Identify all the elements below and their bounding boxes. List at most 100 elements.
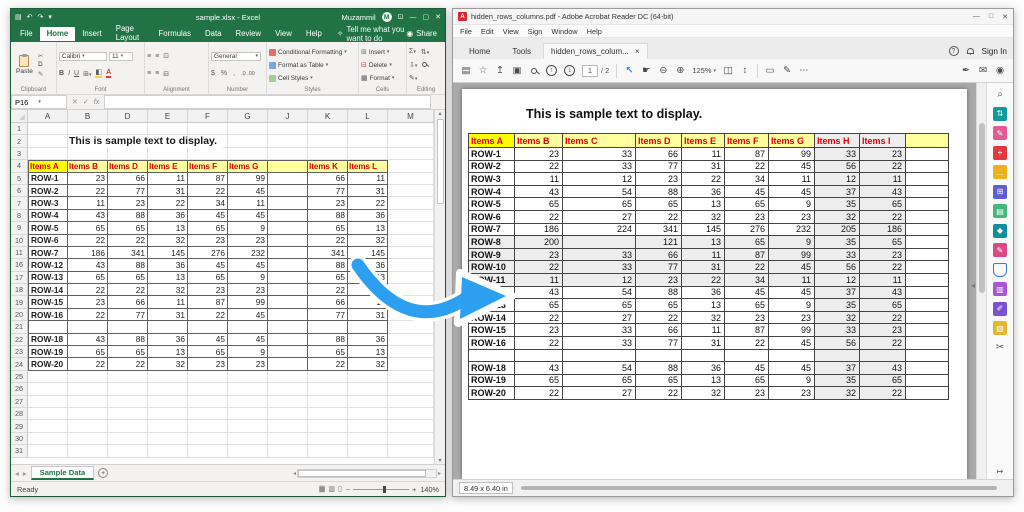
excel-cell[interactable]: 9 [228,346,268,358]
redo-icon[interactable]: ↷ [38,13,44,21]
excel-cell[interactable] [228,123,268,135]
excel-cell[interactable]: ROW-15 [28,296,68,308]
excel-cell[interactable] [108,420,148,432]
page-break-view-icon[interactable]: ▯ [338,485,342,493]
select-tool-icon[interactable]: ↖ [624,65,634,76]
excel-cell[interactable] [388,420,434,432]
maximize-button[interactable]: ▢ [423,13,430,21]
excel-cell[interactable] [388,148,434,160]
excel-cell[interactable]: 45 [228,334,268,346]
excel-cell[interactable]: 87 [188,173,228,185]
excel-cell[interactable]: 45 [228,259,268,271]
excel-cell[interactable]: 88 [108,210,148,222]
excel-cell[interactable] [388,358,434,370]
next-page-icon[interactable]: ↓ [564,65,575,76]
excel-cell[interactable]: 99 [228,173,268,185]
excel-cell[interactable] [348,371,388,383]
excel-cell[interactable] [388,371,434,383]
excel-cell[interactable] [188,383,228,395]
excel-cell[interactable]: 65 [108,346,148,358]
excel-cell[interactable] [388,445,434,457]
excel-cell[interactable] [68,445,108,457]
excel-cell[interactable] [228,433,268,445]
document-tab[interactable]: hidden_rows_colum... × [543,43,648,59]
format-as-table-button[interactable]: Format as Table▾ [269,60,356,70]
excel-cell[interactable] [108,371,148,383]
excel-header-cell[interactable]: Items B [68,160,108,172]
tell-me-box[interactable]: ✧Tell me what you want to do [337,25,406,43]
excel-cell[interactable]: ROW-4 [28,210,68,222]
excel-row-header[interactable]: 2 [11,135,28,147]
excel-cell[interactable]: 23 [188,235,228,247]
compress-pdf-icon[interactable]: ◆ [993,224,1007,238]
excel-cell[interactable] [148,420,188,432]
tab-home[interactable]: Home [40,27,76,41]
save-icon[interactable]: ▤ [15,13,22,21]
sheet-tab-sample-data[interactable]: Sample Data [31,466,95,480]
excel-cell[interactable]: ROW-13 [28,272,68,284]
sheet-nav-left-icon[interactable]: ◂ [15,469,19,478]
excel-cell[interactable] [308,123,348,135]
wrap-text-icon[interactable]: ⊡ [163,52,169,60]
excel-cell[interactable]: 65 [308,222,348,234]
excel-cell[interactable] [268,222,308,234]
excel-cell[interactable] [268,173,308,185]
excel-cell[interactable]: 31 [148,185,188,197]
excel-cell[interactable]: 43 [68,210,108,222]
excel-column-header[interactable]: L [348,110,388,122]
excel-cell[interactable]: 23 [228,235,268,247]
pdf-horizontal-scrollbar[interactable] [521,486,997,490]
excel-header-cell[interactable]: Items A [28,160,68,172]
borders-button[interactable]: ⊞▾ [83,70,91,78]
excel-cell[interactable]: 22 [108,358,148,370]
excel-cell[interactable] [68,383,108,395]
excel-cell[interactable] [308,135,348,147]
excel-cell[interactable]: ROW-18 [28,334,68,346]
excel-cell[interactable] [348,408,388,420]
autosum-icon[interactable]: Σ▾ [409,48,416,55]
excel-cell[interactable]: 34 [188,197,228,209]
excel-cell[interactable]: ROW-12 [28,259,68,271]
excel-cell[interactable]: 22 [68,185,108,197]
page-layout-view-icon[interactable]: ▥ [328,485,335,493]
menu-file[interactable]: File [460,27,472,36]
excel-cell[interactable] [28,445,68,457]
menu-help[interactable]: Help [587,27,602,36]
excel-cell[interactable] [68,408,108,420]
previous-page-icon[interactable]: ↑ [546,65,557,76]
excel-cell[interactable]: 22 [108,284,148,296]
export-pdf-icon[interactable]: ⇅ [993,107,1007,121]
excel-row-header[interactable]: 25 [11,371,28,383]
excel-column-header[interactable]: A [28,110,68,122]
excel-cell[interactable]: 9 [228,222,268,234]
email-icon[interactable]: ✉ [978,65,988,76]
excel-horizontal-scrollbar[interactable] [297,469,437,478]
excel-row-header[interactable]: 4 [11,160,28,172]
excel-cell[interactable]: 9 [228,272,268,284]
copy-icon[interactable]: ⧉ [38,61,43,70]
excel-cell[interactable]: ROW-6 [28,235,68,247]
excel-cell[interactable]: 65 [308,346,348,358]
excel-cell[interactable]: 43 [68,334,108,346]
excel-cell[interactable]: 23 [228,358,268,370]
undo-icon[interactable]: ↶ [27,13,33,21]
excel-cell[interactable] [348,123,388,135]
excel-cell[interactable]: 22 [148,197,188,209]
excel-cell[interactable] [28,433,68,445]
excel-cell[interactable]: 276 [188,247,228,259]
scroll-down-icon[interactable]: ▾ [438,457,441,464]
delete-cells-button[interactable]: ⊟Delete▾ [361,60,404,70]
share-button[interactable]: ◉Share [406,29,437,38]
user-avatar[interactable]: M [382,12,392,22]
excel-cell[interactable] [148,396,188,408]
excel-cell[interactable] [188,123,228,135]
excel-cell[interactable] [28,148,68,160]
search-tools-icon[interactable]: ⌕ [993,87,1007,101]
tab-review[interactable]: Review [229,27,269,41]
excel-row-header[interactable]: 16 [11,259,28,271]
excel-cell[interactable] [308,445,348,457]
excel-cell[interactable] [388,160,434,172]
more-tools-icon[interactable]: ⋯ [799,65,809,76]
excel-cell[interactable] [348,148,388,160]
excel-cell[interactable] [28,135,68,147]
